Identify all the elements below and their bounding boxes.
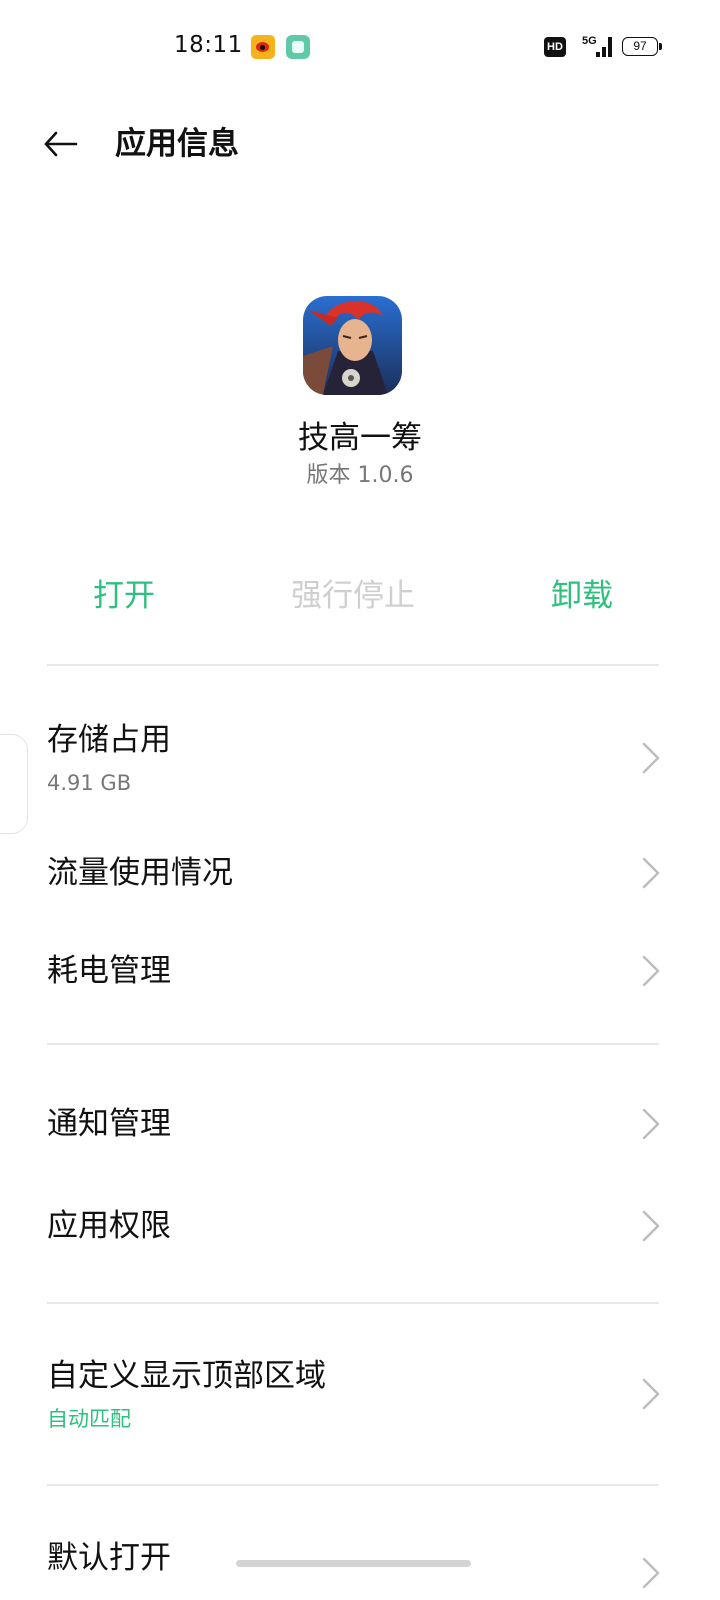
battery-management-row[interactable]: 耗电管理	[0, 938, 720, 1004]
hd-badge: HD	[544, 37, 566, 57]
display-area-value: 自动匹配	[47, 1407, 131, 1431]
signal-icon	[588, 37, 614, 57]
force-stop-button[interactable]: 强行停止	[270, 574, 436, 618]
chevron-right-icon	[642, 742, 660, 774]
app-name: 技高一筹	[298, 420, 422, 456]
chevron-right-icon	[642, 857, 660, 889]
back-arrow-icon[interactable]	[40, 124, 80, 164]
edge-panel-handle[interactable]	[0, 734, 28, 834]
battery-icon: 97	[622, 37, 662, 56]
uninstall-button[interactable]: 卸载	[522, 574, 642, 618]
home-indicator[interactable]	[236, 1560, 471, 1567]
divider	[47, 1484, 659, 1486]
storage-row[interactable]: 存储占用 4.91 GB	[0, 712, 720, 814]
battery-level: 97	[633, 39, 647, 53]
app-permissions-title: 应用权限	[47, 1208, 171, 1244]
app-permissions-row[interactable]: 应用权限	[0, 1193, 720, 1259]
chevron-right-icon	[642, 1210, 660, 1242]
app-version: 版本 1.0.6	[306, 463, 414, 488]
data-usage-row[interactable]: 流量使用情况	[0, 840, 720, 906]
status-time: 18:11	[174, 32, 243, 58]
default-open-title: 默认打开	[47, 1540, 171, 1576]
storage-size: 4.91 GB	[47, 771, 132, 795]
display-area-title: 自定义显示顶部区域	[47, 1358, 326, 1394]
chevron-right-icon	[642, 1378, 660, 1410]
display-area-row[interactable]: 自定义显示顶部区域 自动匹配	[0, 1346, 720, 1446]
page-title: 应用信息	[115, 126, 239, 162]
battery-management-title: 耗电管理	[47, 953, 171, 989]
notification-management-title: 通知管理	[47, 1106, 171, 1142]
weibo-icon	[251, 35, 275, 59]
open-button[interactable]: 打开	[64, 574, 184, 618]
chevron-right-icon	[642, 955, 660, 987]
app-icon	[303, 296, 402, 395]
divider	[47, 1043, 659, 1045]
notification-management-row[interactable]: 通知管理	[0, 1091, 720, 1157]
divider	[47, 1302, 659, 1304]
chevron-right-icon	[642, 1557, 660, 1589]
data-usage-title: 流量使用情况	[47, 855, 233, 891]
divider	[47, 664, 659, 666]
status-bar: 18:11 HD 5G 97	[0, 0, 720, 94]
app-notification-icon	[286, 35, 310, 59]
chevron-right-icon	[642, 1108, 660, 1140]
storage-title: 存储占用	[47, 722, 171, 758]
